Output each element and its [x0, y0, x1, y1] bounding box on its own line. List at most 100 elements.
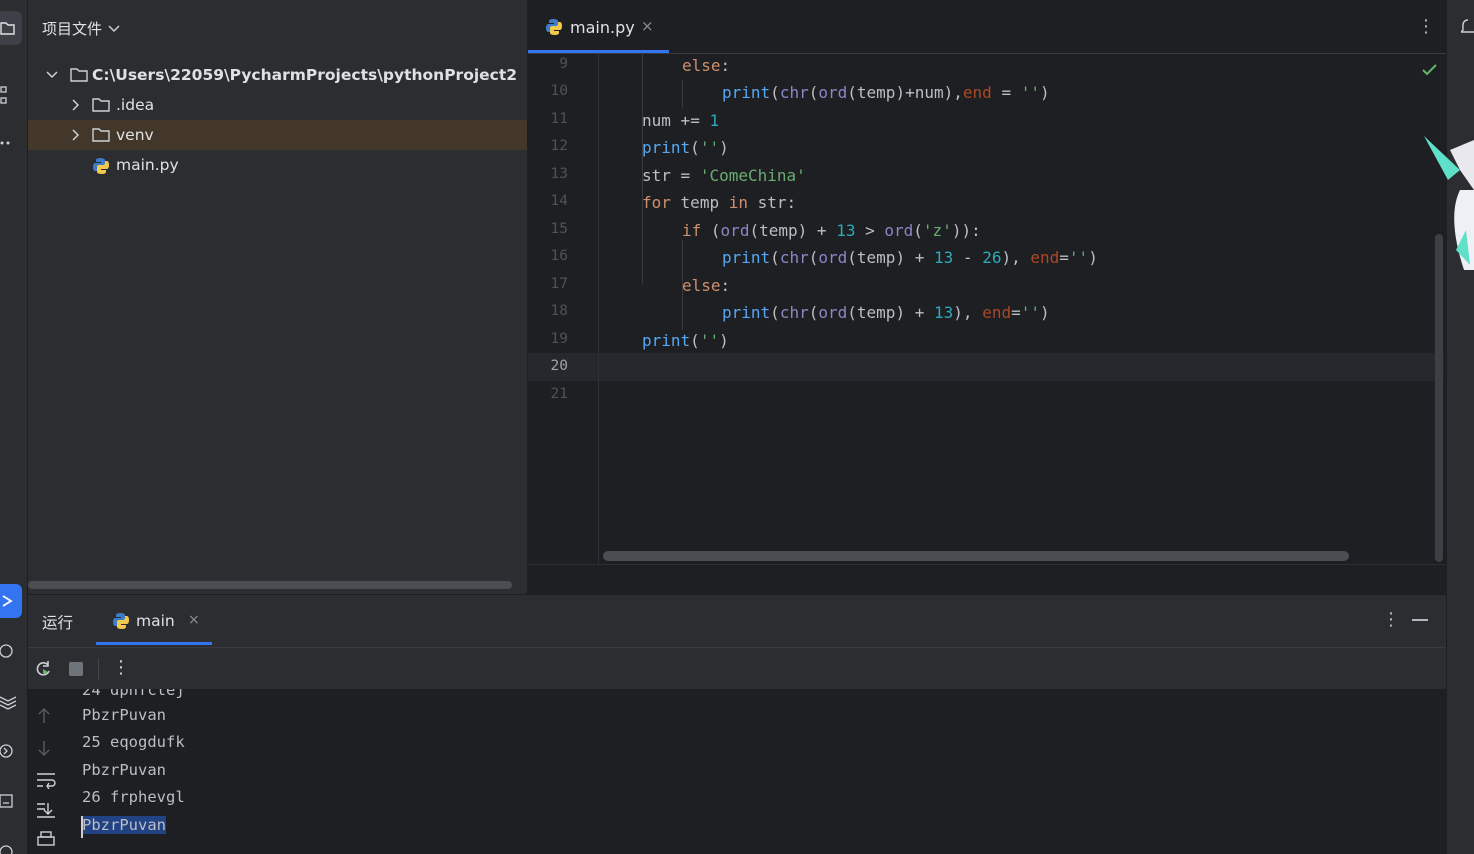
python-file-icon — [545, 18, 563, 40]
arrow-down-icon[interactable] — [36, 739, 52, 761]
text-cursor — [81, 816, 83, 838]
project-horizontal-scrollbar[interactable] — [28, 581, 512, 589]
current-line-highlight — [528, 353, 1444, 381]
left-tool-strip — [0, 0, 28, 854]
project-panel-title: 项目文件 — [42, 20, 103, 38]
tab-label: main.py — [570, 18, 635, 37]
tree-item-label: .idea — [116, 96, 155, 114]
indent-guide — [682, 80, 683, 108]
console-line: PbzrPuvan — [82, 706, 166, 724]
python-file-icon — [92, 157, 110, 174]
console-output[interactable]: 24 dpnfctej PbzrPuvan 25 eqogdufk PbzrPu… — [28, 689, 1446, 854]
chevron-right-icon[interactable] — [69, 98, 83, 112]
services-icon — [0, 744, 13, 758]
line-number: 13 — [550, 166, 568, 182]
folder-icon — [92, 97, 110, 113]
structure-icon — [0, 86, 7, 104]
layers-tool-button[interactable] — [0, 684, 22, 718]
code-line[interactable]: for temp in str: — [642, 189, 796, 216]
code-line[interactable]: print('') — [642, 327, 729, 354]
project-tool-button[interactable] — [0, 11, 22, 45]
run-panel: 运行 main × ⋮ ⋮ 24 dpnfctej PbzrPuvan 25 e… — [28, 594, 1446, 854]
tree-item-project-root[interactable]: C:\Users\22059\PycharmProjects\pythonPro… — [28, 60, 527, 90]
tree-item-label: venv — [116, 126, 154, 144]
arrow-up-icon[interactable] — [36, 707, 52, 729]
more-options-icon[interactable]: ⋮ — [112, 657, 130, 678]
more-tools-button[interactable] — [0, 126, 22, 160]
folder-icon — [0, 22, 15, 35]
console-line: 26 frphevgl — [82, 788, 185, 806]
structure-tool-button[interactable] — [0, 78, 22, 112]
toolbar-separator — [98, 658, 99, 680]
line-number: 12 — [550, 138, 568, 154]
editor-tab-bar: main.py × ⋮ — [528, 0, 1446, 54]
tree-item-idea[interactable]: .idea — [28, 90, 527, 120]
tree-item-label: main.py — [116, 156, 179, 174]
print-icon[interactable] — [36, 831, 56, 853]
python-packages-button[interactable] — [0, 634, 22, 668]
code-line[interactable]: str = 'ComeChina' — [642, 162, 806, 189]
services-tool-button[interactable] — [0, 734, 22, 768]
code-line[interactable]: print(chr(ord(temp)+num),end = '') — [722, 79, 1050, 106]
minimize-icon[interactable] — [1412, 619, 1428, 621]
line-number: 9 — [559, 56, 568, 72]
project-panel: 项目文件 C:\Users\22059\PycharmProjects\pyth… — [28, 0, 527, 594]
rerun-icon[interactable] — [34, 660, 52, 682]
folder-icon — [70, 67, 88, 83]
code-line[interactable]: print(chr(ord(temp) + 13 - 26), end='') — [722, 244, 1098, 271]
python-packages-icon — [0, 644, 13, 658]
line-number-current: 20 — [550, 358, 568, 374]
console-line: PbzrPuvan — [82, 761, 166, 779]
console-line-selected: PbzrPuvan — [82, 812, 166, 838]
line-number: 17 — [550, 276, 568, 292]
chevron-right-icon[interactable] — [69, 128, 83, 142]
code-line[interactable]: num += 1 — [642, 107, 719, 134]
code-line[interactable]: print(chr(ord(temp) + 13), end='') — [722, 299, 1050, 326]
more-options-icon[interactable]: ⋮ — [1417, 16, 1435, 37]
console-line: 24 dpnfctej — [82, 689, 185, 699]
editor-bottom-border — [528, 564, 1446, 565]
editor-horizontal-scrollbar[interactable] — [603, 551, 1349, 561]
problems-tool-button[interactable] — [0, 830, 22, 854]
close-icon[interactable]: × — [641, 17, 654, 35]
line-number: 15 — [550, 221, 568, 237]
active-run-tab-indicator — [96, 642, 212, 645]
run-toolbar: ⋮ — [28, 647, 1446, 689]
code-line[interactable]: else: — [682, 272, 730, 299]
tree-item-main-py[interactable]: main.py — [28, 150, 527, 180]
gutter-separator — [598, 54, 599, 564]
more-dots-icon — [0, 141, 10, 145]
right-tool-strip — [1446, 0, 1474, 854]
code-line[interactable]: if (ord(temp) + 13 > ord('z')): — [682, 217, 981, 244]
line-number: 11 — [550, 111, 568, 127]
project-view-selector[interactable]: 项目文件 — [42, 18, 120, 39]
code-line[interactable]: else: — [682, 52, 730, 79]
terminal-icon — [0, 794, 13, 808]
decorative-character-image — [1420, 130, 1474, 270]
inspection-ok-icon[interactable] — [1422, 62, 1438, 81]
tree-item-venv[interactable]: venv — [28, 120, 527, 150]
notifications-bell-icon[interactable] — [1459, 18, 1474, 42]
run-tab-main[interactable]: main × — [96, 595, 212, 647]
editor-vertical-scrollbar[interactable] — [1435, 234, 1443, 562]
code-editor: main.py × ⋮ 9 10 11 12 13 14 15 16 17 18… — [528, 0, 1446, 594]
line-number: 18 — [550, 303, 568, 319]
stop-icon[interactable] — [68, 661, 84, 681]
line-number: 16 — [550, 248, 568, 264]
chevron-down-icon[interactable] — [45, 68, 59, 82]
code-line[interactable]: print('') — [642, 134, 729, 161]
chevron-down-icon — [108, 24, 120, 32]
close-icon[interactable]: × — [188, 612, 200, 628]
run-panel-title: 运行 — [42, 614, 74, 632]
tab-main-py[interactable]: main.py × — [528, 0, 669, 54]
run-tab-label: main — [136, 612, 175, 630]
terminal-tool-button[interactable] — [0, 784, 22, 818]
line-number: 19 — [550, 331, 568, 347]
line-number-gutter: 9 10 11 12 13 14 15 16 17 18 19 20 21 — [528, 54, 598, 564]
scroll-to-end-icon[interactable] — [36, 801, 56, 823]
soft-wrap-icon[interactable] — [36, 771, 56, 793]
run-icon — [2, 595, 13, 607]
more-options-icon[interactable]: ⋮ — [1382, 609, 1400, 630]
run-tool-button[interactable] — [0, 584, 22, 618]
selected-text: PbzrPuvan — [82, 816, 166, 834]
